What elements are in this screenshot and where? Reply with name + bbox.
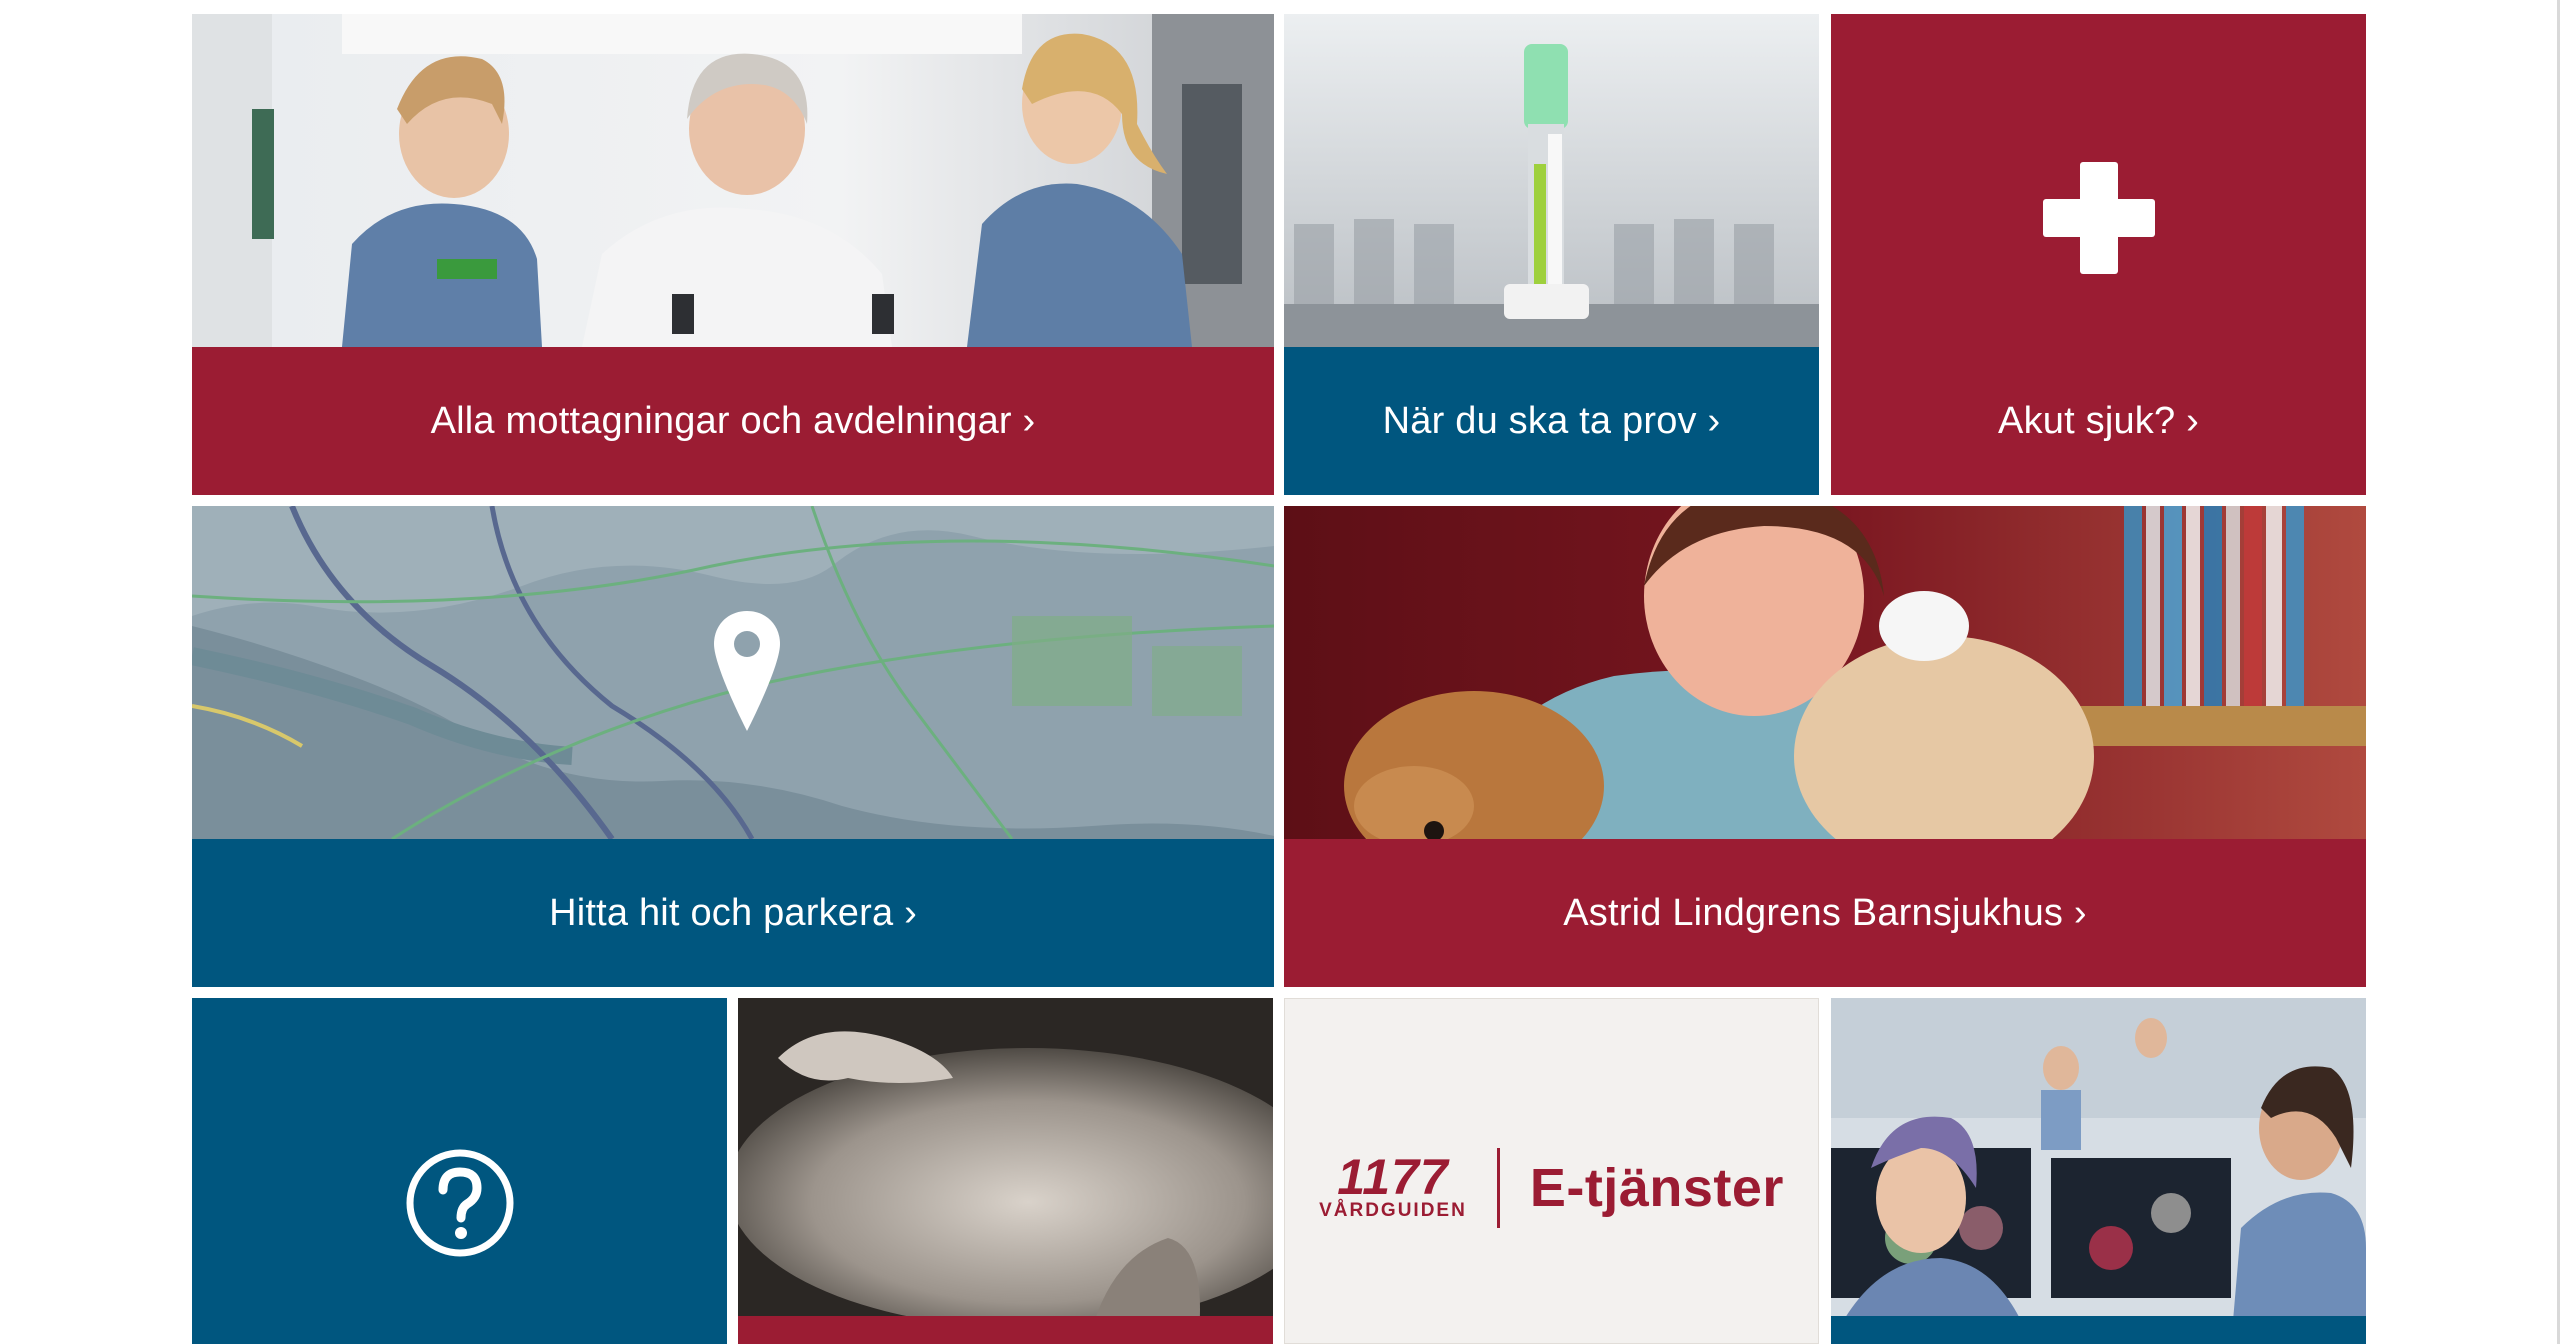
tile-lab-tests-label: När du ska ta prov › bbox=[1382, 399, 1721, 442]
tile-staff-monitors[interactable] bbox=[1831, 998, 2366, 1344]
tile-bottom-strip bbox=[738, 1316, 1273, 1344]
tile-emergency-label: Akut sjuk? › bbox=[1998, 399, 2199, 442]
tile-childrens-hospital-label: Astrid Lindgrens Barnsjukhus › bbox=[1563, 891, 2087, 934]
test-tube-photo bbox=[1284, 14, 1819, 347]
plus-cross-icon bbox=[2042, 162, 2155, 274]
staff-photo bbox=[192, 14, 1274, 347]
logo-divider bbox=[1496, 1148, 1500, 1228]
logo-1177-number: 1177 bbox=[1337, 1149, 1449, 1205]
logo-1177: 1177 VÅRDGUIDEN bbox=[1319, 1149, 1467, 1222]
tile-emergency[interactable]: Akut sjuk? › bbox=[1831, 14, 2366, 495]
child-with-teddy-photo bbox=[1284, 506, 2366, 839]
pregnancy-photo bbox=[738, 998, 1273, 1344]
logo-1177-vardguiden: VÅRDGUIDEN bbox=[1319, 1200, 1467, 1221]
tile-faq[interactable] bbox=[192, 998, 727, 1344]
tile-label-band: Astrid Lindgrens Barnsjukhus › bbox=[1284, 839, 2366, 987]
tile-pregnancy[interactable] bbox=[738, 998, 1273, 1344]
tile-label-band: Akut sjuk? › bbox=[1831, 347, 2366, 495]
staff-monitors-photo bbox=[1831, 998, 2366, 1344]
e-services-logo: 1177 VÅRDGUIDEN E-tjänster bbox=[1284, 1148, 1819, 1228]
tile-bottom-strip bbox=[1831, 1316, 2366, 1344]
question-circle-icon bbox=[405, 1148, 515, 1258]
tile-all-clinics[interactable]: Alla mottagningar och avdelningar › bbox=[192, 14, 1274, 495]
tile-label-band: Hitta hit och parkera › bbox=[192, 839, 1274, 987]
tile-label-band: Alla mottagningar och avdelningar › bbox=[192, 347, 1274, 495]
tile-childrens-hospital[interactable]: Astrid Lindgrens Barnsjukhus › bbox=[1284, 506, 2366, 987]
tile-label-band: När du ska ta prov › bbox=[1284, 347, 1819, 495]
tile-all-clinics-label: Alla mottagningar och avdelningar › bbox=[430, 399, 1036, 442]
tile-e-services[interactable]: 1177 VÅRDGUIDEN E-tjänster bbox=[1284, 998, 1819, 1344]
map-pin-icon bbox=[714, 611, 780, 731]
tile-lab-tests[interactable]: När du ska ta prov › bbox=[1284, 14, 1819, 495]
logo-e-services-text: E-tjänster bbox=[1529, 1158, 1784, 1218]
tile-directions-parking[interactable]: Hitta hit och parkera › bbox=[192, 506, 1274, 987]
tile-directions-parking-label: Hitta hit och parkera › bbox=[549, 891, 917, 934]
